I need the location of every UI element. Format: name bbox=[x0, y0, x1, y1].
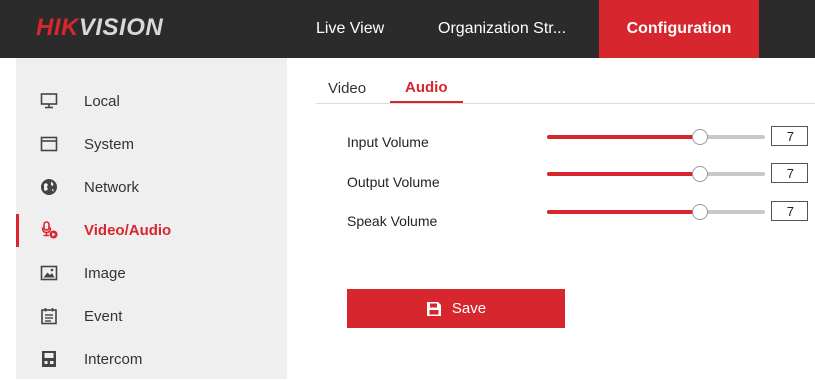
top-header: HIKVISION Live View Organization Str... … bbox=[0, 0, 815, 58]
sidebar-item-label: Event bbox=[84, 308, 123, 325]
active-tab-indicator bbox=[390, 101, 463, 103]
input-volume-label: Input Volume bbox=[347, 134, 429, 150]
tab-divider bbox=[316, 103, 815, 104]
input-volume-slider[interactable] bbox=[547, 127, 765, 147]
save-button[interactable]: Save bbox=[347, 289, 565, 328]
tab-video[interactable]: Video bbox=[328, 80, 366, 97]
sidebar-item-label: Video/Audio bbox=[84, 222, 172, 239]
output-volume-label: Output Volume bbox=[347, 174, 440, 190]
monitor-icon bbox=[40, 93, 58, 109]
sidebar-item-label: Network bbox=[84, 179, 140, 196]
sidebar-item-label: System bbox=[84, 136, 135, 153]
output-volume-slider[interactable] bbox=[547, 164, 765, 184]
globe-icon bbox=[41, 179, 57, 195]
image-icon bbox=[40, 265, 58, 281]
sidebar-item-video-audio[interactable]: Video/Audio bbox=[16, 209, 287, 252]
event-calendar-icon bbox=[41, 308, 57, 325]
sidebar-item-event[interactable]: Event bbox=[16, 295, 287, 338]
sidebar-item-local[interactable]: Local bbox=[16, 80, 287, 123]
slider-thumb[interactable] bbox=[691, 129, 708, 145]
microphone-video-icon bbox=[41, 221, 58, 239]
slider-thumb[interactable] bbox=[691, 204, 708, 220]
logo-primary: HIK bbox=[36, 14, 79, 41]
nav-live-view[interactable]: Live View bbox=[316, 0, 384, 58]
sidebar-item-label: Local bbox=[84, 93, 120, 110]
floppy-disk-icon bbox=[426, 301, 441, 316]
hikvision-logo: HIKVISION bbox=[36, 14, 163, 42]
speak-volume-label: Speak Volume bbox=[347, 213, 438, 229]
system-window-icon bbox=[40, 136, 58, 152]
slider-fill bbox=[547, 172, 700, 176]
sidebar-item-label: Image bbox=[84, 265, 126, 282]
sidebar-item-image[interactable]: Image bbox=[16, 252, 287, 295]
slider-thumb[interactable] bbox=[691, 166, 708, 182]
sidebar-item-network[interactable]: Network bbox=[16, 166, 287, 209]
sidebar: Local System Network Video/Audio Image E… bbox=[16, 58, 287, 379]
slider-fill bbox=[547, 135, 700, 139]
sidebar-item-intercom[interactable]: Intercom bbox=[16, 338, 287, 381]
sidebar-item-label: Intercom bbox=[84, 351, 143, 368]
input-volume-value[interactable] bbox=[771, 126, 808, 146]
tab-audio[interactable]: Audio bbox=[405, 79, 448, 96]
save-button-label: Save bbox=[451, 300, 487, 317]
output-volume-value[interactable] bbox=[771, 163, 808, 183]
logo-secondary: VISION bbox=[78, 14, 164, 41]
sidebar-item-system[interactable]: System bbox=[16, 123, 287, 166]
nav-organization-structure[interactable]: Organization Str... bbox=[438, 0, 566, 58]
speak-volume-slider[interactable] bbox=[547, 202, 765, 222]
intercom-icon bbox=[42, 351, 56, 367]
nav-configuration[interactable]: Configuration bbox=[599, 0, 759, 58]
slider-fill bbox=[547, 210, 700, 214]
speak-volume-value[interactable] bbox=[771, 201, 808, 221]
